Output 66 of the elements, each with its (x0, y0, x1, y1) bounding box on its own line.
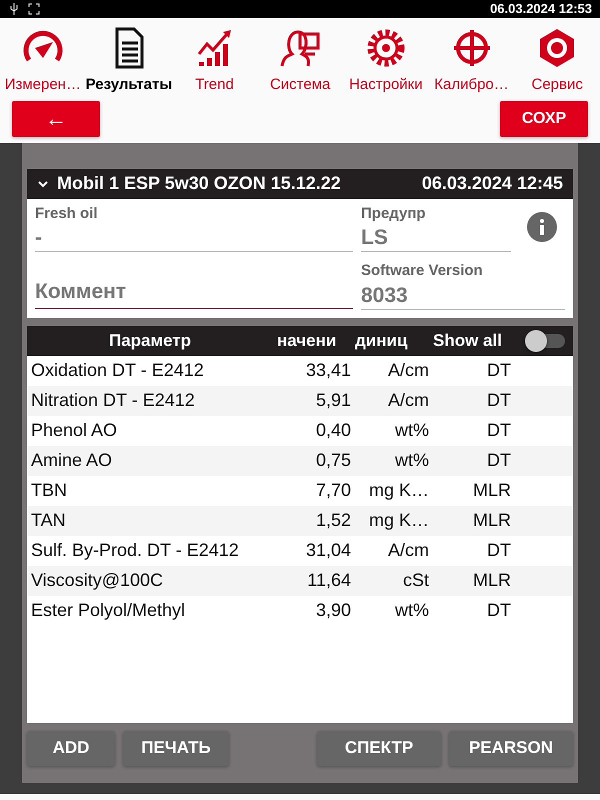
field-value: - (35, 225, 353, 252)
method-cell: DT (487, 600, 511, 620)
column-header: Параметр (108, 330, 192, 352)
value-cell: 1,52 (316, 510, 351, 530)
value-cell: 31,04 (306, 540, 351, 560)
value-cell: 0,40 (316, 420, 351, 440)
method-cell: DT (487, 390, 511, 410)
pearson-button[interactable]: PEARSON (449, 730, 573, 766)
usb-icon (8, 3, 20, 15)
nav-tab[interactable]: Trend (172, 22, 258, 96)
unit-cell: A/cm (388, 360, 429, 380)
value-cell: 5,91 (316, 390, 351, 410)
parameter-cell: Viscosity@100C (31, 570, 163, 590)
back-button[interactable]: ← (12, 100, 100, 136)
method-cell: DT (487, 360, 511, 380)
method-cell: MLR (472, 570, 511, 590)
value-cell: 7,70 (316, 480, 351, 500)
sample-date: 06.03.2024 12:45 (422, 172, 563, 195)
field-label: Fresh oil (35, 204, 99, 224)
field-label: Предупр (361, 204, 427, 224)
status-datetime: 06.03.2024 12:53 (490, 0, 592, 18)
print-button[interactable]: ПЕЧАТЬ (123, 730, 229, 766)
value-cell: 3,90 (316, 600, 351, 620)
unit-cell: cSt (402, 570, 429, 590)
field-label: Software Version (361, 261, 484, 281)
method-cell: DT (487, 420, 511, 440)
column-header: диниц (354, 330, 408, 352)
field-value: LS (361, 225, 511, 252)
value-cell: 11,64 (307, 570, 351, 590)
save-button[interactable]: СОХР (500, 100, 588, 136)
method-cell: MLR (472, 510, 511, 530)
info-icon[interactable] (527, 212, 557, 242)
column-header: начени (276, 330, 338, 352)
nav-tab[interactable]: Система (257, 22, 344, 96)
nav-tab[interactable]: Калибро… (428, 22, 514, 96)
unit-cell: wt% (394, 450, 429, 470)
field-value: 8033 (361, 282, 565, 310)
comment-field[interactable]: Коммент (35, 276, 353, 308)
value-cell: 33,41 (306, 360, 351, 380)
parameter-cell: Nitration DT - E2412 (31, 390, 195, 410)
parameter-cell: Oxidation DT - E2412 (31, 360, 204, 380)
parameter-cell: Phenol AO (31, 420, 118, 440)
fullscreen-icon (28, 3, 40, 15)
unit-cell: wt% (394, 420, 429, 440)
unit-cell: mg K… (368, 510, 429, 530)
method-cell: DT (487, 540, 511, 560)
spectrum-button[interactable]: СПЕКТР (317, 730, 441, 766)
nav-tab[interactable]: Настройки (343, 22, 429, 96)
unit-cell: wt% (394, 600, 429, 620)
parameter-cell: Ester Polyol/Methyl (31, 600, 186, 620)
nav-tab[interactable]: Сервис (514, 22, 600, 96)
sample-title: Mobil 1 ESP 5w30 OZON 15.12.22 (57, 172, 341, 195)
parameter-cell: Amine AO (31, 450, 112, 470)
add-button[interactable]: ADD (27, 730, 115, 766)
nav-tab[interactable]: Результаты (86, 22, 172, 96)
parameter-cell: TBN (31, 480, 67, 500)
unit-cell: A/cm (388, 390, 429, 410)
nav-tab[interactable]: Измерен… (0, 22, 86, 96)
unit-cell: mg K… (368, 480, 429, 500)
parameter-cell: Sulf. By-Prod. DT - E2412 (31, 540, 239, 560)
unit-cell: A/cm (388, 540, 429, 560)
method-cell: MLR (472, 480, 511, 500)
parameter-cell: TAN (31, 510, 66, 530)
value-cell: 0,75 (316, 450, 351, 470)
method-cell: DT (487, 450, 511, 470)
show-all-label: Show all (433, 330, 502, 352)
